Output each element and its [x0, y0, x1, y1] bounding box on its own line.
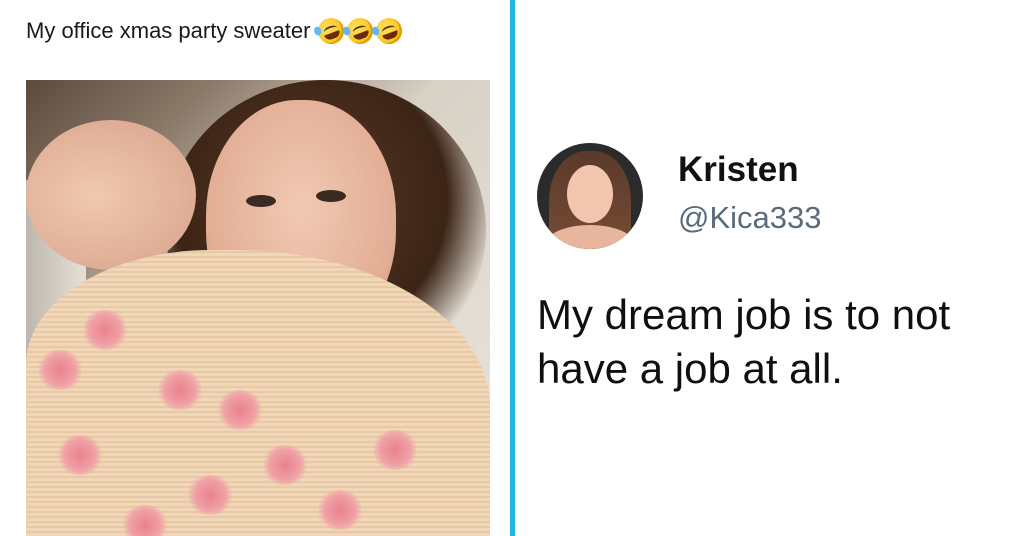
- sweater-dot: [186, 475, 234, 515]
- sweater-dot: [56, 435, 104, 475]
- sweater-dot: [36, 350, 84, 390]
- rolling-on-floor-laughing-icon: [371, 14, 407, 48]
- right-tweet-panel: Kristen @Kica333 My dream job is to not …: [515, 0, 1024, 536]
- avatar: [537, 143, 643, 249]
- tweet-text: My dream job is to not have a job at all…: [537, 291, 951, 392]
- emoji-row: [313, 14, 407, 48]
- post-caption: My office xmas party sweater: [26, 14, 407, 48]
- photo-raised-arm: [26, 120, 196, 270]
- tweet-author-name: Kristen: [678, 150, 799, 189]
- sweater-dot: [156, 370, 204, 410]
- sweater-dot: [261, 445, 309, 485]
- sweater-dot: [216, 390, 264, 430]
- photo-eye: [246, 195, 276, 207]
- sweater-dot: [316, 490, 364, 530]
- sweater-dot: [121, 505, 169, 536]
- sweater-dot: [81, 310, 129, 350]
- photo-eye: [316, 190, 346, 202]
- post-photo: [26, 80, 490, 536]
- sweater-dot: [371, 430, 419, 470]
- left-post-panel: My office xmas party sweater: [0, 0, 510, 536]
- caption-text: My office xmas party sweater: [26, 18, 311, 43]
- tweet-author-handle: @Kica333: [678, 200, 822, 235]
